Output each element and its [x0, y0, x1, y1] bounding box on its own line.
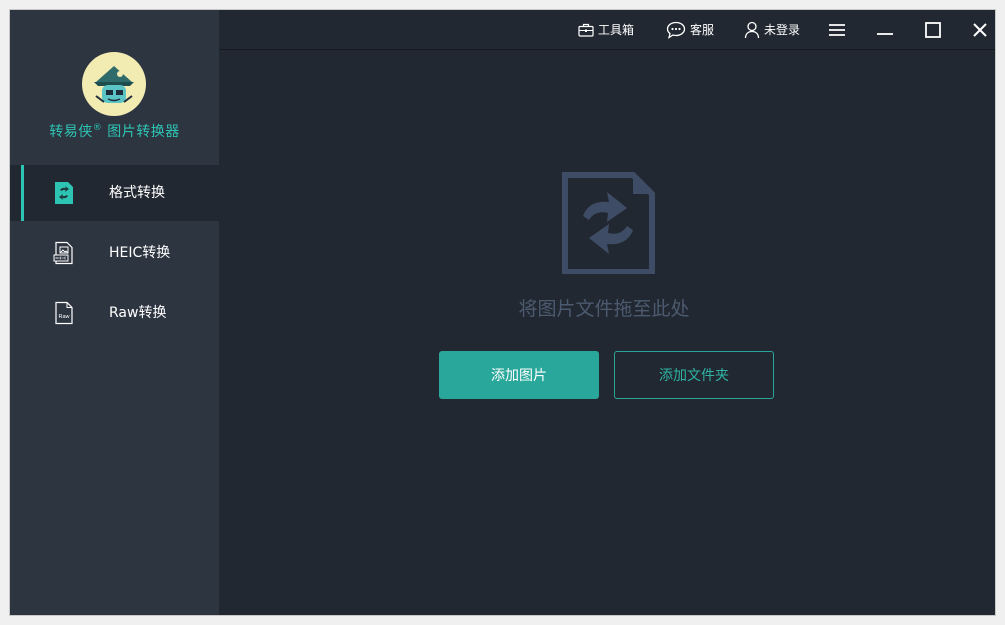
hamburger-menu-icon: [829, 23, 845, 36]
sidebar-item-label: Raw转换: [109, 305, 167, 321]
login-button[interactable]: 未登录: [744, 10, 800, 49]
title-bar: 工具箱 客服 未登录: [219, 10, 995, 50]
customer-service-label: 客服: [690, 23, 715, 37]
drop-zone[interactable]: 将图片文件拖至此处 添加图片 添加文件夹: [219, 50, 995, 615]
sidebar-nav: 格式转换 HEIC转换 Raw Raw转换: [10, 165, 219, 345]
registered-mark: ®: [92, 123, 103, 133]
sidebar-item-label: 格式转换: [109, 185, 165, 201]
app-title: 转易侠® 图片转换器: [10, 121, 219, 141]
app-window: 转易侠® 图片转换器 格式转换 HEIC转换 Raw Raw转换 工具箱 客服 …: [10, 10, 995, 615]
image-convert-drop-icon: [562, 172, 655, 274]
sidebar-item-raw-convert[interactable]: Raw Raw转换: [10, 285, 219, 341]
drop-hint-text: 将图片文件拖至此处: [518, 298, 690, 320]
sidebar-item-heic-convert[interactable]: HEIC转换: [10, 225, 219, 281]
brand-area: 转易侠® 图片转换器: [10, 10, 219, 165]
toolbox-label: 工具箱: [598, 23, 635, 37]
toolbox-button[interactable]: 工具箱: [578, 10, 634, 49]
menu-button[interactable]: [819, 10, 855, 49]
user-icon: [744, 21, 760, 38]
toolbox-icon: [578, 23, 594, 37]
chat-bubble-icon: [666, 21, 686, 39]
raw-file-icon: Raw: [55, 301, 73, 325]
sidebar-item-label: HEIC转换: [109, 245, 171, 261]
sidebar: 转易侠® 图片转换器 格式转换 HEIC转换 Raw Raw转换: [10, 10, 219, 615]
add-folder-button[interactable]: 添加文件夹: [614, 351, 774, 399]
close-button[interactable]: [962, 10, 995, 49]
heic-file-icon: [53, 241, 73, 265]
sidebar-item-format-convert[interactable]: 格式转换: [10, 165, 219, 221]
customer-service-button[interactable]: 客服: [666, 10, 714, 49]
maximize-button[interactable]: [915, 10, 951, 49]
add-images-button[interactable]: 添加图片: [439, 351, 599, 399]
minimize-icon: [877, 32, 893, 35]
minimize-button[interactable]: [867, 10, 903, 49]
login-label: 未登录: [764, 23, 801, 37]
brand-suffix-text: 图片转换器: [102, 124, 180, 140]
format-convert-icon: [55, 182, 73, 204]
brand-name-text: 转易侠: [49, 124, 93, 140]
raw-icon-text: Raw: [58, 314, 69, 320]
app-logo-icon: [82, 52, 146, 116]
close-icon: [973, 22, 987, 37]
maximize-icon: [925, 21, 941, 38]
